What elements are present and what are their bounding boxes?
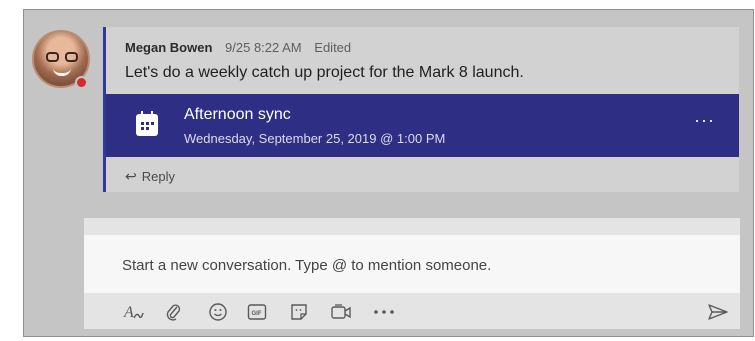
attach-icon[interactable]: [160, 298, 188, 326]
compose-toolbar: A GIF: [84, 298, 740, 326]
gif-icon[interactable]: GIF: [243, 298, 271, 326]
message-timestamp: 9/25 8:22 AM: [225, 40, 302, 55]
svg-text:A: A: [123, 304, 134, 321]
message-author[interactable]: Megan Bowen: [125, 40, 212, 55]
more-options-icon[interactable]: ···: [694, 110, 715, 131]
avatar-smile: [53, 68, 71, 76]
send-icon[interactable]: [704, 298, 732, 326]
svg-text:GIF: GIF: [252, 311, 262, 317]
calendar-icon: [136, 111, 158, 136]
sticker-icon[interactable]: [285, 298, 313, 326]
compose-placeholder: Start a new conversation. Type @ to ment…: [122, 257, 492, 274]
meeting-datetime: Wednesday, September 25, 2019 @ 1:00 PM: [184, 131, 446, 146]
message-header: Megan Bowen 9/25 8:22 AM Edited: [125, 40, 351, 55]
format-icon[interactable]: A: [120, 298, 148, 326]
presence-busy-indicator: [75, 76, 88, 89]
meeting-card[interactable]: Afternoon sync Wednesday, September 25, …: [106, 94, 739, 157]
emoji-icon[interactable]: [204, 298, 232, 326]
compose-box: Start a new conversation. Type @ to ment…: [84, 218, 740, 329]
message-edited-label: Edited: [314, 40, 352, 55]
reply-arrow-icon: ↩: [125, 168, 137, 184]
message-body: Let's do a weekly catch up project for t…: [125, 64, 524, 81]
reply-label: Reply: [141, 169, 175, 184]
avatar-glasses: [46, 52, 78, 62]
meeting-title[interactable]: Afternoon sync: [184, 106, 291, 124]
more-options-icon[interactable]: [370, 298, 398, 326]
meet-now-icon[interactable]: [328, 298, 356, 326]
reply-button[interactable]: ↩ Reply: [125, 168, 175, 185]
message-card: Megan Bowen 9/25 8:22 AM Edited Let's do…: [103, 27, 739, 192]
compose-input[interactable]: Start a new conversation. Type @ to ment…: [84, 235, 740, 293]
